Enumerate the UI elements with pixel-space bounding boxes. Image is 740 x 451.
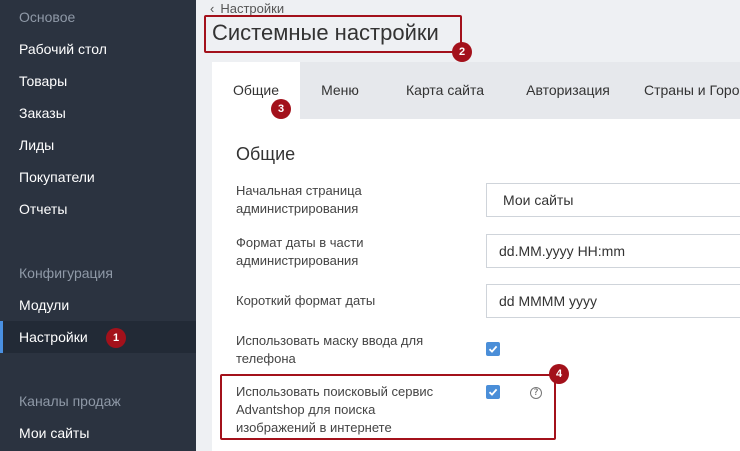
sidebar-item-settings[interactable]: Настройки <box>0 321 196 353</box>
breadcrumb-link[interactable]: Настройки <box>220 1 284 16</box>
annotation-badge-2: 2 <box>452 42 472 62</box>
sidebar-section-config: Конфигурация <box>19 265 113 281</box>
tab-countries[interactable]: Страны и Горо <box>626 62 740 119</box>
tab-bar: Общие Меню Карта сайта Авторизация Стран… <box>212 62 740 119</box>
check-icon <box>488 345 498 353</box>
sidebar-item-modules[interactable]: Модули <box>0 289 196 321</box>
short-date-format-input[interactable]: dd MMMM yyyy <box>486 284 740 318</box>
sidebar-section-main: Основое <box>19 9 76 25</box>
date-format-label: Формат даты в части администрирования <box>236 235 364 268</box>
annotation-box-title <box>204 15 462 53</box>
sidebar-item-dashboard[interactable]: Рабочий стол <box>0 33 196 65</box>
tab-menu[interactable]: Меню <box>300 62 380 119</box>
start-page-label: Начальная страница администрирования <box>236 183 362 216</box>
annotation-badge-3: 3 <box>271 99 291 119</box>
breadcrumb[interactable]: ‹ Настройки <box>210 1 284 16</box>
sidebar-item-reports[interactable]: Отчеты <box>0 193 196 225</box>
annotation-badge-4: 4 <box>549 364 569 384</box>
tab-auth[interactable]: Авторизация <box>510 62 626 119</box>
phone-mask-checkbox[interactable] <box>486 342 500 356</box>
short-date-format-label: Короткий формат даты <box>236 293 376 308</box>
date-format-input[interactable]: dd.MM.yyyy HH:mm <box>486 234 740 268</box>
sidebar-section-channels: Каналы продаж <box>19 393 121 409</box>
annotation-badge-1: 1 <box>106 328 126 348</box>
sidebar: Основое Рабочий стол Товары Заказы Лиды … <box>0 0 196 451</box>
sidebar-item-my-sites[interactable]: Мои сайты <box>0 417 196 449</box>
chevron-left-icon: ‹ <box>210 1 215 16</box>
sidebar-item-products[interactable]: Товары <box>0 65 196 97</box>
phone-mask-label: Использовать маску ввода для телефона <box>236 333 424 366</box>
sidebar-item-customers[interactable]: Покупатели <box>0 161 196 193</box>
annotation-box-image-search <box>220 374 556 440</box>
section-title: Общие <box>236 144 296 164</box>
tab-sitemap[interactable]: Карта сайта <box>380 62 510 119</box>
sidebar-item-leads[interactable]: Лиды <box>0 129 196 161</box>
sidebar-item-orders[interactable]: Заказы <box>0 97 196 129</box>
start-page-select[interactable]: Мои сайты <box>486 183 740 217</box>
